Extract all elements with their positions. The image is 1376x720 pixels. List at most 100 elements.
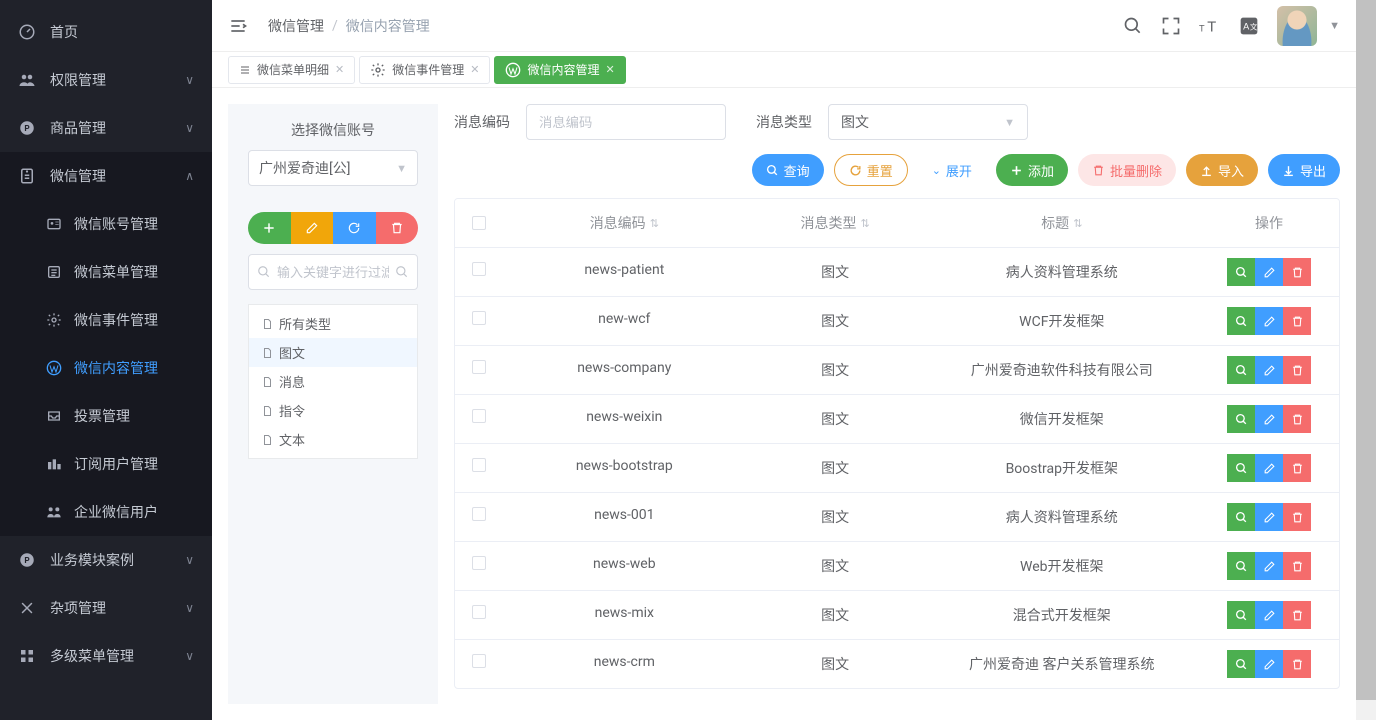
tree-refresh-button[interactable] bbox=[333, 212, 376, 244]
fullscreen-icon[interactable] bbox=[1161, 16, 1181, 36]
sidebar-item-权限管理[interactable]: 权限管理∨ bbox=[0, 56, 212, 104]
row-delete-button[interactable] bbox=[1283, 307, 1311, 335]
sidebar-item-label: 商品管理 bbox=[50, 118, 185, 138]
sidebar-item-微信账号管理[interactable]: 微信账号管理 bbox=[0, 200, 212, 248]
import-button[interactable]: 导入 bbox=[1186, 154, 1258, 186]
fontsize-icon[interactable]: TT bbox=[1199, 16, 1221, 36]
row-delete-button[interactable] bbox=[1283, 650, 1311, 678]
tab-微信内容管理[interactable]: 微信内容管理✕ bbox=[494, 56, 625, 84]
row-view-button[interactable] bbox=[1227, 601, 1255, 629]
cell-title: 混合式开发框架 bbox=[925, 591, 1199, 639]
batch-delete-button[interactable]: 批量删除 bbox=[1078, 154, 1176, 186]
row-edit-button[interactable] bbox=[1255, 405, 1283, 433]
row-edit-button[interactable] bbox=[1255, 307, 1283, 335]
filter-msgtype-select[interactable]: 图文 ▼ bbox=[828, 104, 1028, 140]
row-delete-button[interactable] bbox=[1283, 601, 1311, 629]
tree-search-input[interactable] bbox=[277, 265, 389, 280]
row-delete-button[interactable] bbox=[1283, 552, 1311, 580]
row-checkbox[interactable] bbox=[472, 654, 486, 668]
row-checkbox[interactable] bbox=[472, 360, 486, 374]
th-type[interactable]: 消息类型⇅ bbox=[746, 199, 925, 247]
row-delete-button[interactable] bbox=[1283, 258, 1311, 286]
row-checkbox[interactable] bbox=[472, 262, 486, 276]
row-view-button[interactable] bbox=[1227, 552, 1255, 580]
tree-panel: 选择微信账号 广州爱奇迪[公] ▼ 所有类型图文消息指令文本 bbox=[228, 104, 438, 704]
row-checkbox[interactable] bbox=[472, 409, 486, 423]
row-edit-button[interactable] bbox=[1255, 356, 1283, 384]
tree-delete-button[interactable] bbox=[376, 212, 419, 244]
row-delete-button[interactable] bbox=[1283, 503, 1311, 531]
th-code[interactable]: 消息编码⇅ bbox=[503, 199, 746, 247]
add-button[interactable]: 添加 bbox=[996, 154, 1068, 186]
tree-item-所有类型[interactable]: 所有类型 bbox=[249, 309, 417, 338]
row-edit-button[interactable] bbox=[1255, 258, 1283, 286]
row-edit-button[interactable] bbox=[1255, 650, 1283, 678]
sidebar-item-订阅用户管理[interactable]: 订阅用户管理 bbox=[0, 440, 212, 488]
search-icon[interactable] bbox=[1123, 16, 1143, 36]
avatar[interactable] bbox=[1277, 6, 1317, 46]
row-view-button[interactable] bbox=[1227, 356, 1255, 384]
tree-edit-button[interactable] bbox=[291, 212, 334, 244]
tree-add-button[interactable] bbox=[248, 212, 291, 244]
breadcrumb-root[interactable]: 微信管理 bbox=[268, 16, 324, 36]
row-checkbox[interactable] bbox=[472, 507, 486, 521]
close-icon[interactable]: ✕ bbox=[605, 63, 614, 76]
search-icon[interactable] bbox=[395, 265, 409, 279]
row-edit-button[interactable] bbox=[1255, 601, 1283, 629]
row-ops bbox=[1209, 405, 1329, 433]
query-button[interactable]: 查询 bbox=[752, 154, 824, 186]
sidebar-item-投票管理[interactable]: 投票管理 bbox=[0, 392, 212, 440]
sidebar-item-label: 首页 bbox=[50, 22, 194, 42]
row-edit-button[interactable] bbox=[1255, 503, 1283, 531]
sidebar-item-微信菜单管理[interactable]: 微信菜单管理 bbox=[0, 248, 212, 296]
row-delete-button[interactable] bbox=[1283, 405, 1311, 433]
row-checkbox[interactable] bbox=[472, 556, 486, 570]
sidebar-item-微信管理[interactable]: 微信管理∧ bbox=[0, 152, 212, 200]
tree-item-指令[interactable]: 指令 bbox=[249, 396, 417, 425]
window-scrollbar[interactable] bbox=[1356, 0, 1376, 720]
cell-code: news-crm bbox=[503, 640, 746, 688]
tree-item-消息[interactable]: 消息 bbox=[249, 367, 417, 396]
row-view-button[interactable] bbox=[1227, 307, 1255, 335]
tab-微信事件管理[interactable]: 微信事件管理✕ bbox=[359, 56, 490, 84]
close-icon[interactable]: ✕ bbox=[335, 63, 344, 76]
account-select[interactable]: 广州爱奇迪[公] ▼ bbox=[248, 150, 418, 186]
user-dropdown-caret[interactable]: ▼ bbox=[1329, 19, 1340, 32]
row-view-button[interactable] bbox=[1227, 454, 1255, 482]
row-checkbox[interactable] bbox=[472, 458, 486, 472]
row-view-button[interactable] bbox=[1227, 503, 1255, 531]
translate-icon[interactable]: A文 bbox=[1239, 16, 1259, 36]
filter-msgcode-input[interactable] bbox=[526, 104, 726, 140]
row-delete-button[interactable] bbox=[1283, 356, 1311, 384]
row-view-button[interactable] bbox=[1227, 258, 1255, 286]
sidebar-item-首页[interactable]: 首页 bbox=[0, 8, 212, 56]
toggle-sidebar-button[interactable] bbox=[228, 16, 258, 36]
tree-item-图文[interactable]: 图文 bbox=[249, 338, 417, 367]
tree-item-文本[interactable]: 文本 bbox=[249, 425, 417, 454]
close-icon[interactable]: ✕ bbox=[470, 63, 479, 76]
filter-msgtype-value: 图文 bbox=[841, 112, 869, 132]
sidebar-item-微信事件管理[interactable]: 微信事件管理 bbox=[0, 296, 212, 344]
sidebar-item-企业微信用户[interactable]: 企业微信用户 bbox=[0, 488, 212, 536]
sidebar-item-业务模块案例[interactable]: P业务模块案例∨ bbox=[0, 536, 212, 584]
export-button[interactable]: 导出 bbox=[1268, 154, 1340, 186]
row-edit-button[interactable] bbox=[1255, 454, 1283, 482]
sidebar-item-商品管理[interactable]: P商品管理∨ bbox=[0, 104, 212, 152]
sidebar-item-杂项管理[interactable]: 杂项管理∨ bbox=[0, 584, 212, 632]
row-checkbox[interactable] bbox=[472, 311, 486, 325]
th-title[interactable]: 标题⇅ bbox=[925, 199, 1199, 247]
expand-button[interactable]: ⌄展开 bbox=[918, 154, 986, 186]
cell-title: 病人资料管理系统 bbox=[925, 493, 1199, 541]
reset-button[interactable]: 重置 bbox=[834, 154, 908, 186]
breadcrumb: 微信管理 / 微信内容管理 bbox=[268, 16, 1123, 36]
row-delete-button[interactable] bbox=[1283, 454, 1311, 482]
sidebar-item-微信内容管理[interactable]: 微信内容管理 bbox=[0, 344, 212, 392]
row-view-button[interactable] bbox=[1227, 650, 1255, 678]
row-checkbox[interactable] bbox=[472, 605, 486, 619]
row-edit-button[interactable] bbox=[1255, 552, 1283, 580]
row-view-button[interactable] bbox=[1227, 405, 1255, 433]
sort-icon: ⇅ bbox=[860, 217, 869, 230]
sidebar-item-多级菜单管理[interactable]: 多级菜单管理∨ bbox=[0, 632, 212, 680]
select-all-checkbox[interactable] bbox=[472, 216, 486, 230]
tab-微信菜单明细[interactable]: 微信菜单明细✕ bbox=[228, 56, 355, 84]
